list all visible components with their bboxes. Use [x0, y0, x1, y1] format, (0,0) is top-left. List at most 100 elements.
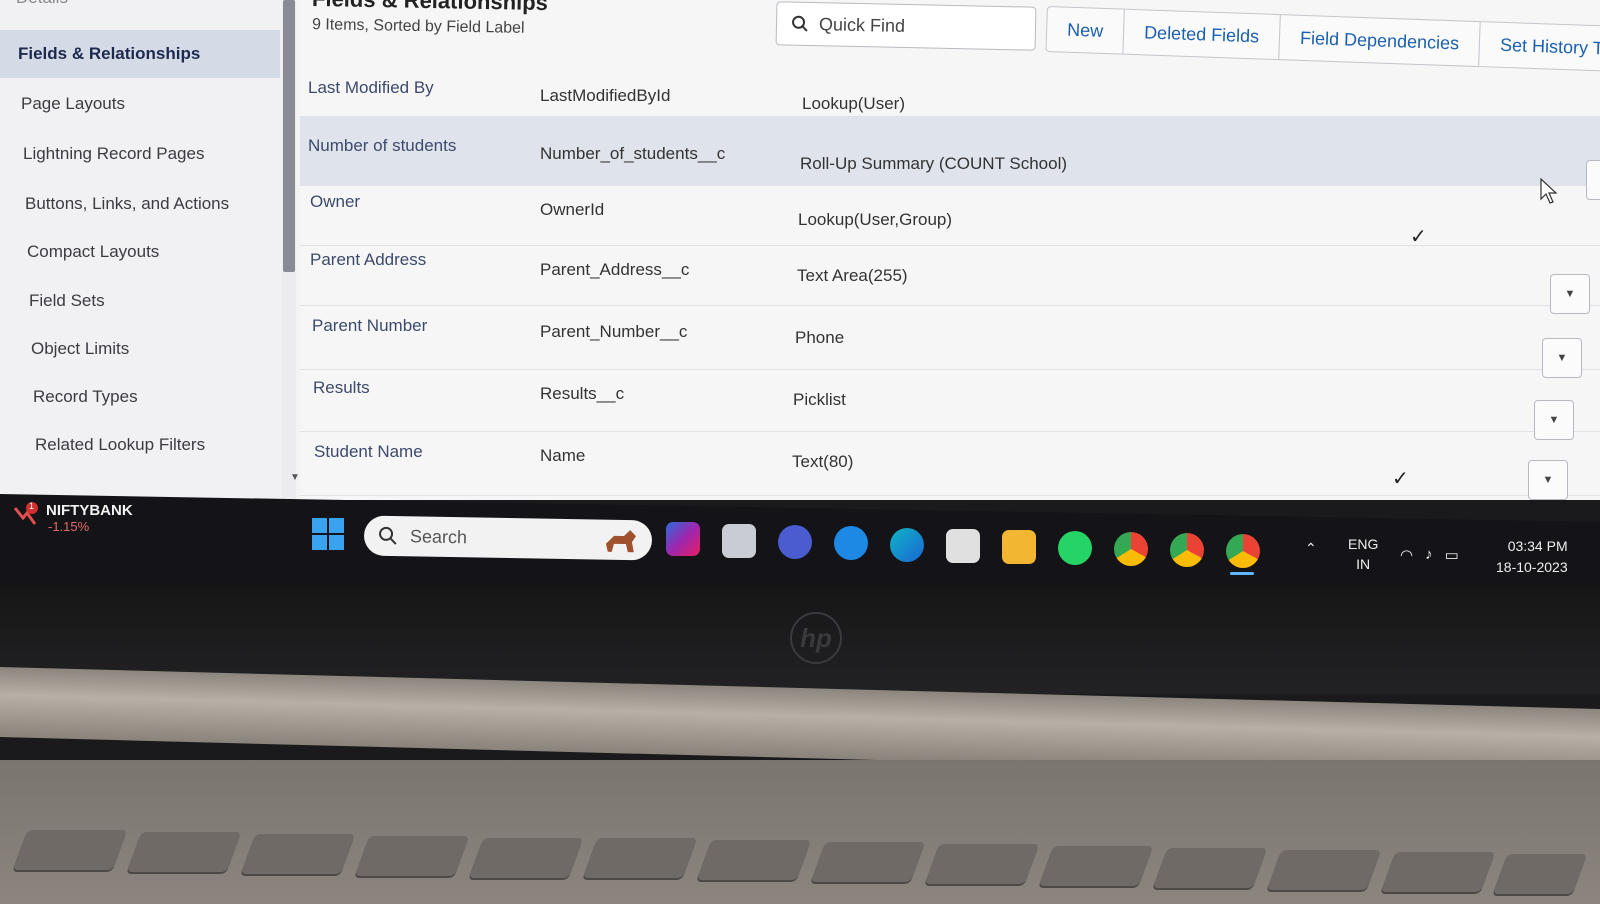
browser-update-icon[interactable] — [834, 526, 868, 560]
sidebar-item-object-limits[interactable]: Object Limits — [0, 325, 280, 373]
chrome-active-icon[interactable] — [1226, 534, 1260, 568]
sidebar-scrollbar-thumb[interactable] — [283, 0, 295, 272]
field-label-link[interactable]: Last Modified By — [308, 78, 434, 98]
scroll-down-icon[interactable]: ▼ — [290, 472, 300, 483]
lang-secondary: IN — [1356, 556, 1371, 572]
taskbar-search-placeholder: Search — [409, 525, 468, 547]
field-api-name: Parent_Number__c — [540, 322, 688, 341]
edge-icon[interactable] — [890, 528, 924, 562]
quick-find-box[interactable] — [775, 1, 1037, 51]
field-label-link[interactable]: Parent Address — [310, 250, 426, 270]
setup-sidebar: Details Fields & Relationships Page Layo… — [0, 0, 296, 500]
stock-badge: 1 — [29, 501, 35, 511]
whatsapp-icon[interactable] — [1058, 531, 1092, 565]
table-row: Owner OwnerId Lookup(User,Group) ✓ — [300, 186, 1600, 248]
keyboard-key — [1152, 848, 1268, 888]
search-icon — [792, 15, 808, 32]
field-type: Phone — [795, 328, 845, 347]
chevron-down-icon: ▼ — [1542, 474, 1554, 486]
store-icon[interactable] — [946, 529, 980, 563]
keyboard-key — [582, 838, 698, 878]
photoshop-premiere-icon[interactable] — [666, 522, 700, 556]
keyboard-key — [810, 842, 926, 882]
keyboard-key — [240, 834, 356, 874]
teams-chat-icon[interactable] — [778, 525, 812, 559]
field-type: Lookup(User,Group) — [798, 210, 953, 229]
browser-screen: Details Fields & Relationships Page Layo… — [0, 0, 1600, 500]
field-label-link[interactable]: Number of students — [308, 136, 456, 156]
keyboard-key — [1266, 850, 1382, 890]
keyboard-key — [354, 836, 470, 876]
keyboard-key — [1380, 852, 1496, 892]
quick-find-input[interactable] — [818, 13, 1020, 39]
stock-down-icon: 1 — [12, 501, 38, 528]
volume-icon[interactable]: ♪ — [1425, 546, 1433, 564]
page-subtitle: 9 Items, Sorted by Field Label — [311, 16, 525, 37]
chevron-down-icon: ▼ — [1548, 414, 1560, 426]
sidebar-item-field-sets[interactable]: Field Sets — [0, 277, 280, 325]
table-row: Student Name Name Text(80) ✓ ▼ — [300, 432, 1600, 500]
file-explorer-icon[interactable] — [1002, 530, 1036, 564]
table-row: Number of students Number_of_students__c… — [300, 116, 1600, 200]
clock-date: 18-10-2023 — [1496, 559, 1568, 575]
stock-widget[interactable]: 1 NIFTYBANK -1.15% — [12, 501, 133, 534]
bing-highlight-icon — [605, 530, 637, 553]
field-type: Lookup(User) — [802, 94, 905, 113]
field-type: Picklist — [793, 390, 846, 409]
clock-time: 03:34 PM — [1507, 538, 1568, 554]
sidebar-item-details[interactable]: Details — [0, 0, 280, 22]
new-button[interactable]: New — [1045, 5, 1125, 55]
keyboard-key — [696, 840, 812, 880]
chevron-up-icon[interactable]: ⌃ — [1305, 540, 1317, 557]
system-tray[interactable]: ◠ ♪ ▭ — [1400, 546, 1459, 564]
sidebar-item-record-types[interactable]: Record Types — [0, 373, 280, 421]
windows-start-icon[interactable] — [312, 518, 344, 550]
sidebar-item-compact-layouts[interactable]: Compact Layouts — [0, 228, 280, 276]
sidebar-item-lightning-record-pages[interactable]: Lightning Record Pages — [0, 130, 280, 178]
taskbar-search[interactable]: Search — [363, 515, 653, 561]
field-api-name: LastModifiedById — [540, 86, 671, 105]
field-api-name: Parent_Address__c — [540, 260, 690, 279]
chrome-profile-icon[interactable] — [1170, 533, 1204, 567]
mouse-pointer-icon — [1540, 178, 1558, 204]
field-api-name: Number_of_students__c — [540, 144, 726, 163]
field-api-name: OwnerId — [540, 200, 605, 219]
file-viewer-icon[interactable] — [722, 524, 756, 558]
field-label-link[interactable]: Parent Number — [312, 316, 427, 336]
sidebar-item-page-layouts[interactable]: Page Layouts — [0, 80, 280, 128]
table-row: Last Modified By LastModifiedById Lookup… — [300, 60, 1600, 120]
chevron-down-icon: ▼ — [1564, 288, 1576, 300]
language-indicator[interactable]: ENG IN — [1348, 534, 1378, 574]
hp-logo: hp — [790, 612, 842, 664]
sidebar-item-buttons-links-actions[interactable]: Buttons, Links, and Actions — [0, 180, 280, 228]
field-api-name: Name — [540, 446, 586, 465]
wifi-icon[interactable]: ◠ — [1400, 546, 1413, 564]
sidebar-item-related-lookup-filters[interactable]: Related Lookup Filters — [0, 421, 280, 469]
field-api-name: Results__c — [540, 384, 625, 403]
row-actions-dropdown[interactable]: ▼ — [1528, 460, 1568, 500]
table-row: Results Results__c Picklist ▼ — [300, 370, 1600, 440]
field-label-link[interactable]: Results — [313, 378, 370, 398]
sidebar-item-fields-relationships[interactable]: Fields & Relationships — [0, 30, 280, 78]
field-label-link[interactable]: Student Name — [314, 442, 423, 462]
lang-primary: ENG — [1348, 536, 1379, 552]
chrome-icon[interactable] — [1114, 532, 1148, 566]
keyboard-key — [924, 844, 1040, 884]
chevron-down-icon: ▼ — [1556, 352, 1568, 364]
field-label-link[interactable]: Owner — [310, 192, 360, 212]
field-type: Roll-Up Summary (COUNT School) — [800, 154, 1068, 173]
search-icon — [379, 526, 397, 545]
indexed-check-icon: ✓ — [1392, 468, 1409, 490]
table-row: Parent Number Parent_Number__c Phone ▼ — [300, 306, 1600, 378]
table-row: Parent Address Parent_Address__c Text Ar… — [300, 246, 1600, 314]
battery-icon[interactable]: ▭ — [1445, 546, 1459, 564]
keyboard-key — [126, 832, 242, 872]
keyboard-key — [12, 830, 128, 870]
active-app-indicator — [1230, 572, 1254, 575]
keyboard-key — [1492, 854, 1588, 894]
deleted-fields-button[interactable]: Deleted Fields — [1122, 8, 1281, 61]
field-type: Text Area(255) — [797, 266, 908, 285]
stock-name: NIFTYBANK — [46, 502, 133, 519]
clock[interactable]: 03:34 PM 18-10-2023 — [1496, 536, 1568, 578]
field-type: Text(80) — [792, 452, 854, 471]
